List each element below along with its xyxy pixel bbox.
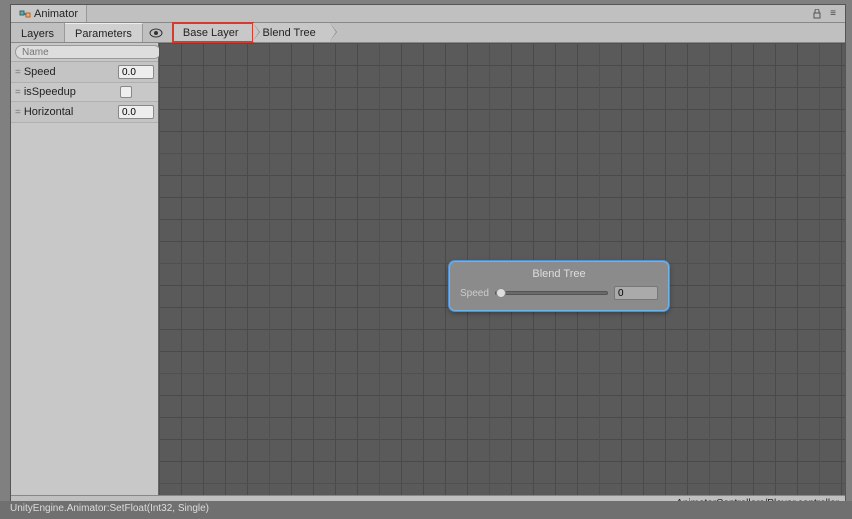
param-checkbox[interactable] (120, 86, 132, 98)
drag-handle-icon[interactable]: = (15, 87, 20, 98)
window-controls: ≡ (811, 8, 845, 20)
topbar: Layers Parameters Base Layer Blend Tree (11, 23, 845, 43)
tab-parameters[interactable]: Parameters (65, 23, 143, 42)
parameters-panel: + = Speed = isSpeedup = Horizontal (11, 43, 159, 495)
crumb-blend-tree[interactable]: Blend Tree (253, 23, 330, 42)
crumb-base-layer[interactable]: Base Layer (173, 23, 253, 42)
param-value-input[interactable] (118, 105, 154, 119)
param-label: Horizontal (24, 106, 114, 118)
drag-handle-icon[interactable]: = (15, 67, 20, 78)
param-row-horizontal[interactable]: = Horizontal (11, 102, 158, 123)
tab-layers[interactable]: Layers (11, 23, 65, 42)
body: + = Speed = isSpeedup = Horizontal Blend… (11, 43, 845, 495)
animator-window: Animator ≡ Layers Parameters Base Layer … (10, 4, 846, 512)
param-label: Speed (24, 66, 114, 78)
menu-icon[interactable]: ≡ (827, 8, 839, 20)
blend-slider[interactable] (495, 291, 608, 295)
lock-icon[interactable] (811, 8, 823, 20)
titlebar: Animator ≡ (11, 5, 845, 23)
node-param-row: Speed (460, 286, 658, 300)
drag-handle-icon[interactable]: = (15, 107, 20, 118)
search-row: + (11, 43, 158, 62)
node-title: Blend Tree (460, 268, 658, 280)
node-param-label: Speed (460, 288, 489, 299)
search-input[interactable] (15, 45, 161, 59)
breadcrumb: Base Layer Blend Tree (173, 23, 330, 42)
console-line: UnityEngine.Animator:SetFloat(Int32, Sin… (0, 501, 852, 519)
param-value-input[interactable] (118, 65, 154, 79)
panel-title: Animator (34, 8, 78, 20)
param-label: isSpeedup (24, 86, 116, 98)
param-row-isspeedup[interactable]: = isSpeedup (11, 83, 158, 102)
param-row-speed[interactable]: = Speed (11, 62, 158, 83)
blend-tree-node[interactable]: Blend Tree Speed (449, 261, 669, 311)
animator-icon (19, 8, 31, 20)
blend-value-input[interactable] (614, 286, 658, 300)
panel-tab-animator[interactable]: Animator (11, 5, 87, 22)
slider-thumb[interactable] (496, 288, 506, 298)
graph-canvas[interactable]: Blend Tree Speed (159, 43, 845, 495)
visibility-toggle[interactable] (143, 23, 169, 42)
